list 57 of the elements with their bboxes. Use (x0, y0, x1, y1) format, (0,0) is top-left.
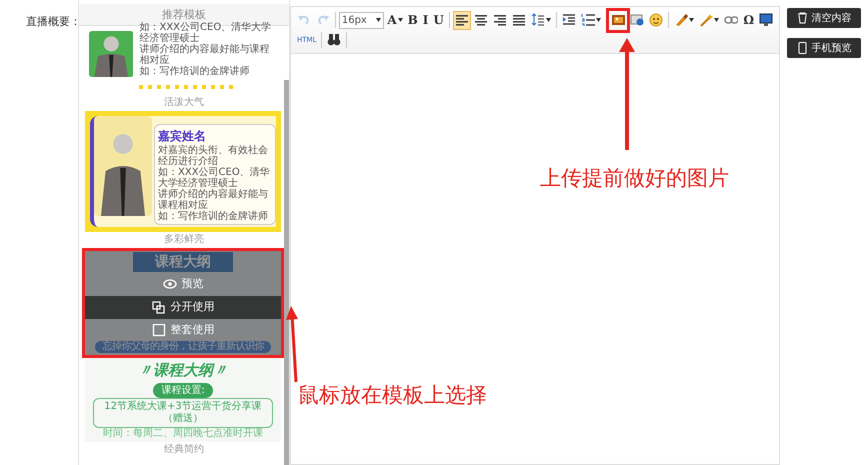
template-card[interactable]: 课程大纲 预览 分开使用 整套使用 忘掉你父母的身份，让孩子重新认识你 (85, 251, 281, 355)
template-caption: 活泼大气 (163, 96, 205, 110)
field-label: 直播概要： (25, 14, 78, 30)
template-caption: 经典简约 (163, 443, 205, 457)
template-text: 忘掉你父母的身份，让孩子重新认识你 (95, 341, 271, 353)
side-button[interactable]: 清空内容 (787, 8, 861, 28)
magic-wand-icon (699, 13, 714, 27)
film-icon (630, 13, 644, 27)
align-right-icon (492, 13, 507, 27)
binoculars-icon (327, 33, 342, 47)
template-text: 如：写作培训的金牌讲师 (158, 211, 269, 222)
align-left-icon (454, 13, 469, 27)
indent-icon (562, 13, 576, 27)
scrollbar[interactable] (284, 80, 289, 465)
eye-icon (162, 278, 176, 291)
template-text: 12节系统大课+3节运营干货分享课（赠送） (93, 398, 273, 428)
annotation-text: 上传提前做好的图片 (540, 165, 729, 192)
trash-icon (796, 12, 808, 24)
overlay-button[interactable]: 分开使用 (85, 296, 281, 319)
template-caption: 多彩鲜亮 (163, 233, 205, 247)
line-height-icon (530, 13, 545, 27)
overlay-button[interactable]: 整套使用 (85, 319, 281, 342)
emoji-icon (649, 13, 664, 27)
toolbar-button[interactable] (452, 10, 471, 30)
template-card[interactable]: 嘉宾姓名 对嘉宾的头衔、有效社会经历进行介绍 如：XXX公司CEO、清华大学经济管理硕士 讲师介绍的内容最好能与课程相对应 如：写作培训的金牌讲师 (85, 111, 281, 232)
ordered-list-icon (580, 13, 595, 27)
side-button[interactable]: 手机预览 (787, 38, 861, 58)
align-justify-icon (512, 13, 526, 27)
toolbar-button[interactable]: Ω (741, 10, 756, 30)
toolbar-button[interactable]: U (431, 10, 446, 30)
toolbar-button[interactable]: B (406, 10, 420, 30)
template-text: 讲师介绍的内容最好能与课程相对应 (158, 189, 269, 211)
template-title: 〃课程大纲〃 (137, 360, 229, 380)
image-icon (611, 13, 626, 27)
align-center-icon (474, 13, 488, 27)
template-text: 如：写作培训的金牌讲师 (139, 66, 250, 77)
brush-icon (674, 13, 688, 27)
template-tag: 课程设置: (153, 383, 213, 398)
overlay-button[interactable]: 预览 (85, 273, 281, 296)
toolbar-button[interactable] (647, 10, 666, 30)
toolbar-button[interactable]: I (420, 10, 430, 30)
template-title: 课程大纲 (133, 252, 233, 272)
monitor-icon (759, 13, 773, 27)
redo-icon (316, 13, 330, 27)
link-icon (724, 13, 738, 27)
caret-icon (376, 18, 382, 22)
undo-icon (297, 13, 311, 27)
template-text: 对嘉宾的头衔、有效社会经历进行介绍 (158, 145, 269, 167)
template-text: 时间：每周二、周四晚七点准时开课 (102, 428, 264, 440)
guest-name: 嘉宾姓名 (158, 128, 207, 144)
template-text: 如：XXX公司CEO、清华大学经济管理硕士 (158, 167, 271, 189)
font-size-select[interactable]: 16px (338, 12, 384, 28)
annotation-text: 鼠标放在模板上选择 (298, 382, 487, 409)
toolbar-button[interactable]: A (385, 10, 405, 30)
copy-icon (152, 301, 166, 314)
phone-icon (796, 42, 808, 54)
template-text: 讲师介绍的内容最好能与课程相对应 (139, 44, 270, 66)
